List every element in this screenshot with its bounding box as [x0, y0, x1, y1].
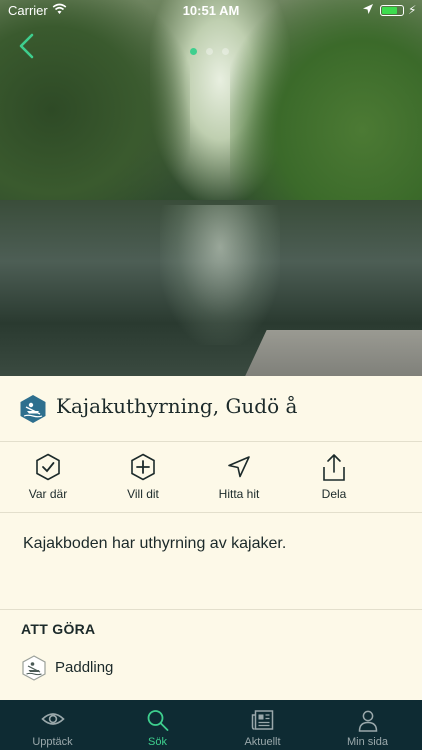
tab-search-label: Sök: [148, 736, 167, 748]
hero-dock: [243, 330, 422, 376]
tab-discover-label: Upptäck: [32, 736, 73, 748]
page-indicator: [190, 42, 238, 60]
check-badge-icon: [36, 453, 60, 481]
activities-section: ATT GÖRA Paddling: [0, 609, 422, 700]
back-chevron-icon[interactable]: [16, 32, 38, 60]
tab-my-page[interactable]: Min sida: [315, 700, 420, 750]
page-title: Kajakuthyrning, Gudö å: [56, 394, 298, 418]
clock: 10:51 AM: [182, 3, 240, 18]
person-icon: [358, 710, 378, 732]
directions-button[interactable]: Hitta hit: [189, 442, 289, 512]
want-to-go-label: Vill dit: [127, 487, 159, 501]
tab-search[interactable]: Sök: [105, 700, 210, 750]
action-bar: Var där Vill dit Hitta hit Dela: [0, 442, 422, 513]
kayak-icon: [20, 395, 46, 423]
been-there-label: Var där: [28, 487, 68, 501]
page-dot[interactable]: [222, 48, 229, 55]
tab-news[interactable]: Aktuellt: [210, 700, 315, 750]
paddling-icon: [22, 655, 46, 681]
page-dot[interactable]: [206, 48, 213, 55]
tab-news-label: Aktuellt: [244, 736, 281, 748]
location-arrow-icon: [363, 4, 373, 14]
status-bar: Carrier 10:51 AM ⚡: [0, 0, 422, 22]
tab-my-page-label: Min sida: [347, 736, 388, 748]
been-there-button[interactable]: Var där: [0, 442, 98, 512]
share-icon: [323, 454, 345, 481]
page-dot-active[interactable]: [190, 48, 197, 55]
charging-icon: ⚡: [408, 3, 417, 17]
plus-badge-icon: [131, 453, 155, 481]
place-header: Kajakuthyrning, Gudö å: [0, 376, 422, 442]
place-description: Kajakboden har uthyrning av kajaker.: [23, 535, 287, 552]
directions-label: Hitta hit: [218, 487, 260, 501]
share-label: Dela: [321, 487, 347, 501]
eye-icon: [41, 713, 65, 725]
tab-bar: Upptäck Sök Aktuellt Min sida: [0, 700, 422, 750]
want-to-go-button[interactable]: Vill dit: [93, 442, 193, 512]
tab-discover[interactable]: Upptäck: [0, 700, 105, 750]
battery-icon: [380, 5, 404, 16]
activities-heading: ATT GÖRA: [21, 621, 96, 637]
search-icon: [147, 710, 169, 731]
hero-reflection: [160, 205, 280, 345]
activity-label: Paddling: [55, 659, 114, 676]
news-icon: [251, 710, 274, 730]
navigation-arrow-icon: [228, 456, 250, 478]
share-button[interactable]: Dela: [284, 442, 384, 512]
